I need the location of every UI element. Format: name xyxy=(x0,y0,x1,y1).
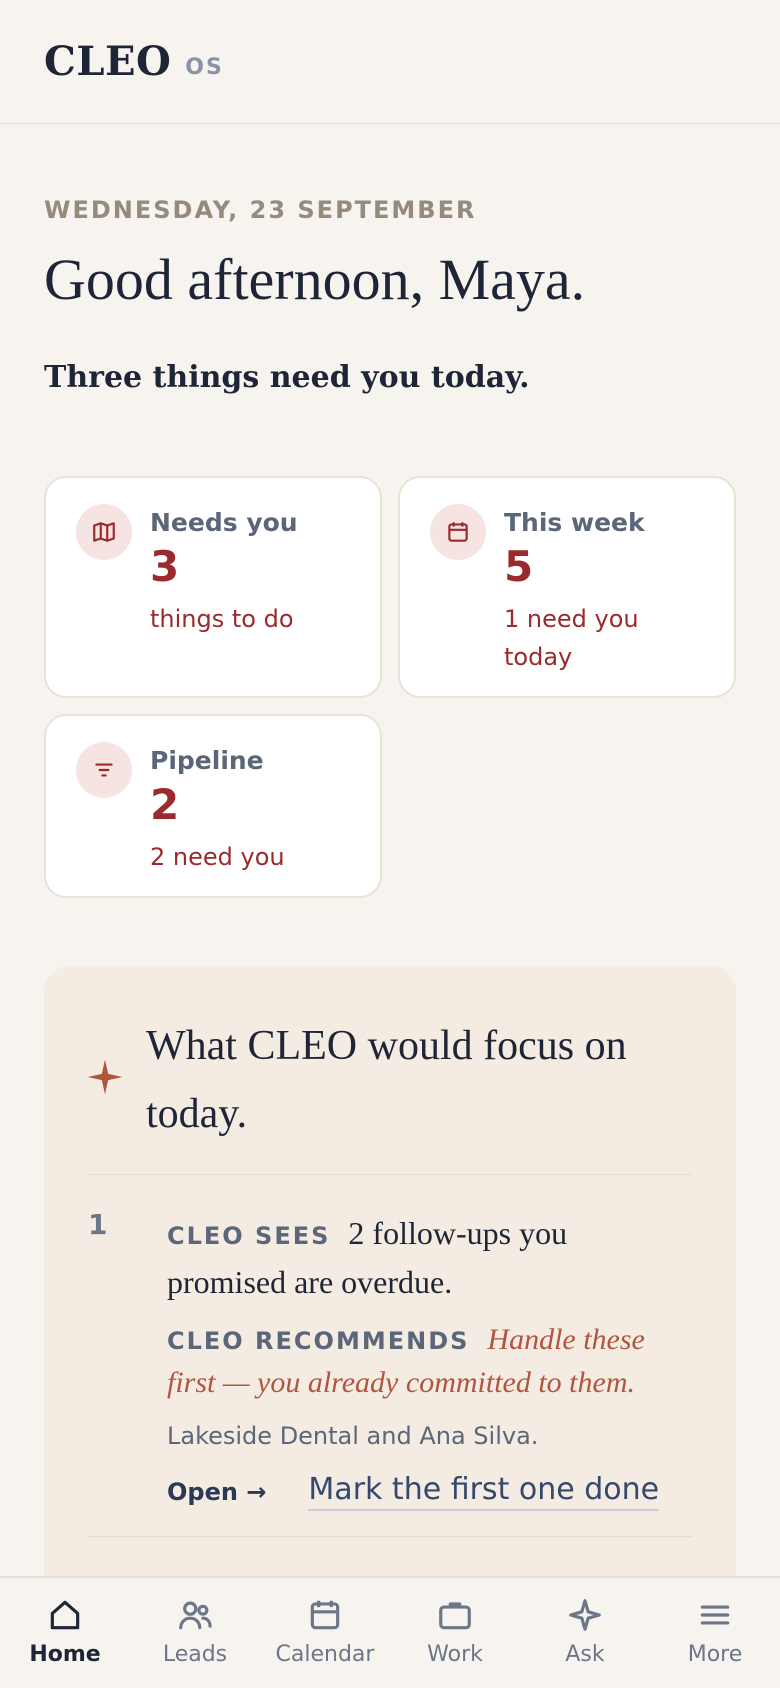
focus-detail: Lakeside Dental and Ana Silva. xyxy=(167,1422,539,1450)
cleo-sees: CLEO SEES 2 follow-ups you promised are o… xyxy=(167,1210,687,1305)
cleo-recommends: CLEO RECOMMENDS Handle these first — you … xyxy=(167,1319,687,1404)
brand-logo[interactable]: CLEO xyxy=(44,38,171,85)
sparkle-icon xyxy=(569,1599,601,1631)
filter-icon xyxy=(76,742,132,798)
date-label: WEDNESDAY, 23 SEPTEMBER xyxy=(44,196,477,224)
card-desc: 1 need you today xyxy=(504,605,639,671)
recommends-label: CLEO RECOMMENDS xyxy=(167,1327,470,1355)
open-button[interactable]: Open → xyxy=(167,1478,266,1506)
greeting-title: Good afternoon, Maya. xyxy=(44,247,586,312)
card-title: Needs you xyxy=(150,508,298,537)
greeting-subtitle: Three things need you today. xyxy=(44,360,530,395)
nav-work[interactable]: Work xyxy=(390,1578,520,1688)
card-value: 5 xyxy=(504,542,534,591)
home-icon xyxy=(50,1600,80,1630)
nav-label: Calendar xyxy=(275,1642,375,1667)
top-bar: CLEO OS xyxy=(0,0,780,124)
bottom-nav: Home Leads Calendar Work Ask More xyxy=(0,1576,780,1688)
users-icon xyxy=(179,1601,212,1630)
focus-item: CLEO SEES 2 follow-ups you promised are o… xyxy=(167,1210,687,1511)
nav-more[interactable]: More xyxy=(650,1578,780,1688)
focus-title: What CLEO would focus on today. xyxy=(146,1023,627,1137)
mark-done-link[interactable]: Mark the first one done xyxy=(308,1472,660,1511)
brand-sub: OS xyxy=(185,55,224,80)
nav-calendar[interactable]: Calendar xyxy=(260,1578,390,1688)
calendar-icon xyxy=(310,1600,340,1630)
card-value: 3 xyxy=(150,542,180,591)
calendar-icon xyxy=(430,504,486,560)
nav-leads[interactable]: Leads xyxy=(130,1578,260,1688)
nav-label: Work xyxy=(427,1642,483,1667)
card-this-week[interactable]: This week 5 1 need you today xyxy=(398,476,736,698)
divider xyxy=(88,1174,692,1175)
nav-label: More xyxy=(687,1642,743,1667)
nav-label: Ask xyxy=(565,1642,605,1667)
map-icon xyxy=(76,504,132,560)
briefcase-icon xyxy=(439,1602,471,1630)
sparkle-icon xyxy=(86,1058,124,1100)
card-desc: things to do xyxy=(150,605,294,633)
focus-item-number: 1 xyxy=(88,1208,108,1241)
nav-ask[interactable]: Ask xyxy=(520,1578,650,1688)
card-title: Pipeline xyxy=(150,746,264,775)
sees-label: CLEO SEES xyxy=(167,1222,331,1250)
nav-label: Leads xyxy=(162,1642,228,1667)
card-desc: 2 need you xyxy=(150,843,285,871)
card-value: 2 xyxy=(150,780,180,829)
card-pipeline[interactable]: Pipeline 2 2 need you xyxy=(44,714,382,898)
card-title: This week xyxy=(504,508,645,537)
focus-actions: Open → Mark the first one done xyxy=(167,1472,687,1511)
divider xyxy=(88,1536,692,1537)
nav-label: Home xyxy=(29,1642,101,1667)
card-needs-you[interactable]: Needs you 3 things to do xyxy=(44,476,382,698)
menu-icon xyxy=(700,1605,730,1625)
nav-home[interactable]: Home xyxy=(0,1578,130,1688)
